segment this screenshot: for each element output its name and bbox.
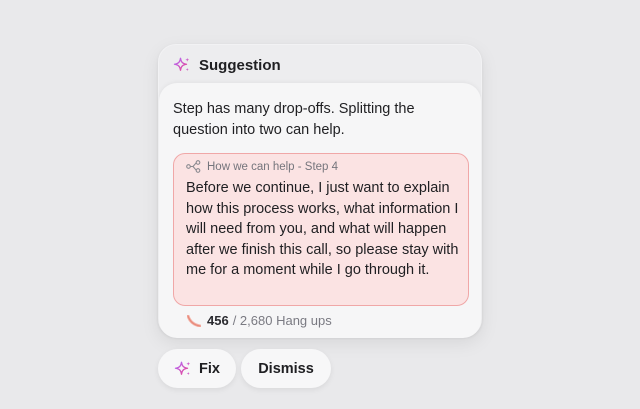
suggestion-body: Step has many drop-offs. Splitting the q… (159, 83, 481, 338)
sparkle-icon (174, 361, 191, 375)
dismiss-button-label: Dismiss (258, 360, 314, 377)
step-quote[interactable]: How we can help - Step 4 Before we conti… (173, 153, 469, 306)
suggestion-card: Suggestion Step has many drop-offs. Spli… (158, 44, 482, 338)
suggestion-description: Step has many drop-offs. Splitting the q… (173, 101, 415, 138)
dismiss-button[interactable]: Dismiss (241, 349, 331, 388)
hangup-total: / 2,680 Hang ups (232, 313, 332, 328)
step-quote-text: Before we continue, I just want to expla… (186, 180, 459, 278)
flow-icon (186, 160, 201, 173)
hangup-count: 456 (207, 313, 229, 328)
suggestion-header: Suggestion (159, 45, 481, 85)
suggestion-title: Suggestion (199, 56, 281, 74)
step-meta-label: How we can help - Step 4 (207, 160, 339, 173)
dropoff-icon (187, 314, 201, 327)
fix-button[interactable]: Fix (158, 349, 236, 388)
step-meta: How we can help - Step 4 (186, 160, 338, 173)
fix-button-label: Fix (199, 360, 220, 377)
hangup-stats: 456 / 2,680 Hang ups (187, 313, 332, 328)
sparkle-icon (173, 57, 190, 71)
